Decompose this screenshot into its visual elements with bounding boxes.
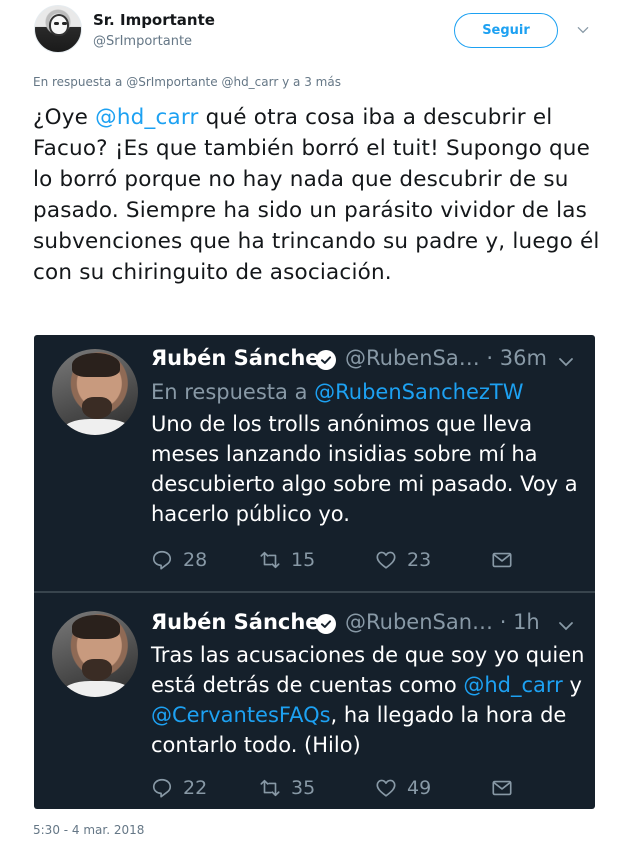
avatar-hair-shape — [72, 615, 120, 639]
retweet-count: 35 — [291, 777, 316, 799]
embedded-reply-mention: @RubenSanchezTW — [314, 380, 524, 404]
author-handle[interactable]: @SrImportante — [93, 34, 192, 49]
reply-icon — [152, 778, 172, 798]
embedded-tweet: Яubén Sánchez @RubenSan… · 1h Tras las a… — [34, 593, 595, 809]
tweet-timestamp[interactable]: 5:30 - 4 mar. 2018 — [33, 823, 144, 837]
mention-link[interactable]: @hd_carr — [95, 105, 198, 130]
avatar-beard-shape — [82, 397, 112, 419]
embedded-tweet: Яubén Sánchez @RubenSa… · 36m En respues… — [34, 335, 595, 591]
embedded-actions: 28 15 23 — [151, 547, 523, 573]
like-action: 23 — [375, 549, 491, 571]
tweet-header: Sr. Importante @SrImportante Seguir — [0, 0, 629, 66]
retweet-action: 35 — [259, 777, 375, 799]
embedded-handle-text: @RubenSa… — [345, 346, 480, 370]
author-avatar[interactable] — [34, 5, 82, 53]
chevron-down-icon — [559, 358, 573, 367]
embedded-mention-2: @CervantesFAQs — [151, 703, 331, 727]
embedded-time: · 36m — [486, 346, 547, 370]
tweet-text-part1: ¿Oye — [33, 105, 96, 130]
embedded-tweet-text: Tras las acusaciones de que soy yo quien… — [151, 640, 591, 760]
reply-count: 28 — [183, 549, 208, 571]
embedded-author-handle: @RubenSan… · 1h — [345, 610, 540, 634]
embedded-author-name: Яubén Sánchez — [151, 346, 332, 370]
embedded-avatar — [52, 611, 138, 697]
retweet-count: 15 — [291, 549, 316, 571]
avatar-mask-shape — [49, 14, 69, 36]
tweet-text-part2: qué otra cosa iba a descubrir el Facuo? … — [33, 105, 600, 285]
reply-prefix: En respuesta a — [33, 75, 127, 89]
embedded-reply-context: En respuesta a @RubenSanchezTW — [151, 380, 524, 404]
embedded-author-handle: @RubenSa… · 36m — [345, 346, 547, 370]
dm-action — [491, 549, 523, 571]
verified-icon — [316, 350, 336, 370]
like-action: 49 — [375, 777, 491, 799]
avatar-shirt-shape — [62, 681, 132, 697]
follow-button[interactable]: Seguir — [454, 13, 558, 48]
embedded-author-name: Яubén Sánchez — [151, 610, 332, 634]
retweet-icon — [260, 551, 280, 569]
avatar-hair-shape — [72, 353, 120, 377]
chevron-down-icon — [559, 622, 573, 631]
dm-icon — [492, 552, 512, 568]
reply-mentions[interactable]: @SrImportante @hd_carr — [126, 75, 278, 89]
embedded-tweet-text: Uno de los trolls anónimos que lleva mes… — [151, 412, 578, 526]
reply-action: 22 — [151, 777, 259, 799]
embedded-mention-1: @hd_carr — [463, 673, 563, 697]
embedded-actions: 22 35 49 — [151, 775, 523, 801]
reply-count: 22 — [183, 777, 208, 799]
chevron-down-icon[interactable] — [576, 23, 590, 37]
avatar-beard-shape — [82, 659, 112, 681]
reply-suffix[interactable]: y a 3 más — [278, 75, 341, 89]
like-count: 49 — [407, 777, 432, 799]
embedded-time: · 1h — [499, 610, 540, 634]
dm-action — [491, 777, 523, 799]
retweet-action: 15 — [259, 549, 375, 571]
tweet-text: ¿Oye @hd_carr qué otra cosa iba a descub… — [33, 102, 603, 288]
embedded-avatar — [52, 349, 138, 435]
verified-icon — [316, 614, 336, 634]
embedded-reply-prefix: En respuesta a — [151, 380, 315, 404]
avatar-shirt-shape — [62, 419, 132, 435]
dm-icon — [492, 780, 512, 796]
avatar-eye-left — [54, 22, 59, 25]
like-count: 23 — [407, 549, 432, 571]
retweet-icon — [260, 779, 280, 797]
reply-icon — [152, 550, 172, 570]
embedded-text-part2: y — [562, 673, 582, 697]
reply-action: 28 — [151, 549, 259, 571]
avatar-eye-right — [62, 22, 67, 25]
like-icon — [376, 779, 396, 797]
like-icon — [376, 551, 396, 569]
embedded-handle-text: @RubenSan… — [345, 610, 494, 634]
author-name[interactable]: Sr. Importante — [93, 11, 215, 29]
reply-context: En respuesta a @SrImportante @hd_carr y … — [33, 75, 341, 89]
